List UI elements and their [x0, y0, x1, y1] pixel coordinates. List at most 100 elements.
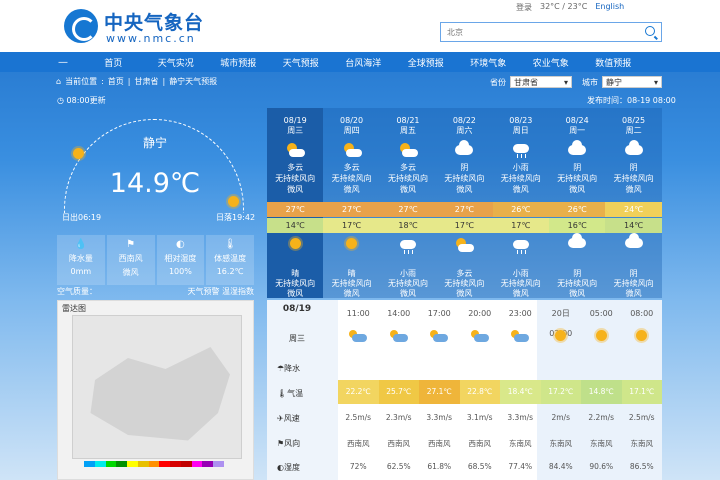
nav-item-agriculture[interactable]: 农业气象 — [520, 56, 583, 69]
high-temp: 27℃ — [323, 202, 380, 217]
day-wind: 无持续风向 — [613, 174, 654, 183]
feels-like-cell: 🌡 体感温度 16.2℃ — [206, 235, 254, 285]
forecast-day[interactable]: 08/20 周四 多云 无持续风向 微风 27℃ 17℃ 晴无持续风向 微风 — [323, 108, 380, 298]
sunset-icon — [228, 196, 239, 210]
day-weather: 多云 — [287, 163, 304, 172]
breadcrumb-province[interactable]: 甘肃省 — [134, 76, 158, 87]
forecast-date: 08/23 — [509, 116, 533, 125]
update-time: ◷ 08:00更新 — [57, 96, 106, 105]
air-quality-bar: 空气质量： 天气预警 温湿指数 — [57, 286, 254, 297]
forecast-day[interactable]: 08/21 周五 多云 无持续风向 微风 27℃ 18℃ 小雨 无持续风向 微风 — [379, 108, 437, 298]
hourly-humidity: 61.8% — [427, 462, 452, 471]
forecast-day[interactable]: 08/25 周二阴无持续风向 微风 24℃ 14℃ 阴无持续风向 微风 — [605, 108, 662, 298]
search-box — [440, 22, 662, 42]
partly-cloudy-icon — [342, 143, 362, 159]
nav-item-typhoon[interactable]: 台风海洋 — [332, 56, 395, 69]
hourly-temp: 22.8℃ — [459, 380, 500, 404]
nav-item-city[interactable]: 城市预报 — [207, 56, 270, 69]
legend-swatch — [180, 461, 192, 467]
low-temp: 17℃ — [492, 218, 549, 233]
nav-item-environment[interactable]: 环境气象 — [457, 56, 520, 69]
home-icon: ⌂ — [56, 77, 62, 86]
hourly-wind-direction: 西南风 — [347, 439, 370, 448]
radar-map[interactable] — [72, 315, 242, 459]
publish-time: 发布时间：08-19 08:00 — [587, 96, 676, 105]
hourly-temp: 17.2℃ — [540, 380, 581, 404]
current-details: 💧 降水量 0mm ⚑ 西南风 微风 ◐ 相对湿度 100% 🌡 体感温度 16… — [57, 235, 254, 285]
forecast-date: 08/22 — [452, 116, 476, 125]
province-label: 省份 — [490, 77, 506, 87]
legend-swatch — [105, 461, 117, 467]
login-link[interactable]: 登录 — [516, 2, 532, 13]
rain-icon — [511, 142, 531, 160]
hourly-wind-direction: 西南风 — [428, 439, 451, 448]
chevron-down-icon: ▾ — [653, 77, 658, 87]
city-select[interactable]: 静宁 ▾ — [602, 76, 662, 88]
partly-cloudy-icon — [285, 143, 306, 159]
night-wind-level: 微风 — [343, 289, 360, 298]
hourly-temp: 22.2℃ — [338, 380, 379, 404]
forecast-day[interactable]: 08/19 周三 多云 无持续风向 微风 27℃ 14℃ 晴无持续风向 微风 — [267, 108, 324, 298]
day-wind: 无持续风向 — [500, 174, 541, 183]
hourly-time: 05:00 — [589, 309, 613, 318]
legend-swatch — [94, 461, 106, 467]
hourly-icon-slot — [581, 330, 622, 343]
province-select[interactable]: 甘肃省 ▾ — [510, 76, 572, 88]
forecast-day[interactable]: 08/22 周六阴无持续风向 微风 27℃ 17℃ 多云 无持续风向 微风 — [436, 108, 493, 298]
low-temp: 14℃ — [605, 218, 662, 233]
rain-icon — [398, 238, 418, 256]
logo-title[interactable]: 中央气象台 — [104, 8, 204, 35]
high-temp: 26℃ — [492, 202, 549, 217]
sunny-icon — [289, 238, 301, 252]
hourly-icon-slot — [622, 330, 663, 343]
index-link[interactable]: 温湿指数 — [222, 287, 254, 296]
forecast-day[interactable]: 08/23 周日 小雨 无持续风向 微风 26℃ 17℃ 小雨 无持续风向 微风 — [492, 108, 549, 298]
hourly-humidity: 77.4% — [508, 462, 533, 471]
main-nav: — 首页 天气实况 城市预报 天气预报 台风海洋 全球预报 环境气象 农业气象 … — [0, 52, 720, 72]
hourly-wind-speed: 2.5m/s — [345, 413, 372, 422]
high-temp: 27℃ — [379, 202, 437, 217]
hourly-time: 20:00 — [468, 309, 492, 318]
forecast-date: 08/19 — [283, 116, 307, 125]
sunny-icon — [346, 238, 358, 252]
sunny-icon — [636, 330, 648, 341]
search-icon[interactable] — [645, 26, 655, 36]
low-temp: 17℃ — [323, 218, 380, 233]
legend-swatch — [148, 461, 160, 467]
forecast-day[interactable]: 08/24 周一阴无持续风向 微风 26℃ 16℃ 阴无持续风向 微风 — [549, 108, 606, 298]
site-header: 中央气象台 www.nmc.cn 登录 32°C / 23°C English — [0, 0, 720, 52]
nav-item-forecast[interactable]: 天气预报 — [270, 56, 333, 69]
cloudy-icon — [455, 139, 474, 158]
nav-item-numerical[interactable]: 数值预报 — [582, 56, 645, 69]
low-temp: 14℃ — [267, 218, 324, 233]
nav-item-live[interactable]: 天气实况 — [145, 56, 208, 69]
precipitation-cell: 💧 降水量 0mm — [57, 235, 105, 285]
cloudy-icon — [568, 139, 587, 158]
nav-item-home[interactable]: 首页 — [82, 56, 145, 69]
night-icon-slot — [549, 233, 605, 251]
humidity-cell: ◐ 相对湿度 100% — [156, 235, 205, 285]
high-temp: 24℃ — [605, 202, 662, 217]
city-select-row: 城市 静宁 ▾ — [582, 76, 662, 88]
breadcrumb-home[interactable]: 首页 — [108, 76, 124, 87]
warning-link[interactable]: 天气预警 — [187, 287, 219, 296]
row-label-winddir: ⚑风向 — [277, 439, 301, 448]
hourly-wind-speed: 2.3m/s — [385, 413, 412, 422]
forecast-weekday: 周一 — [569, 126, 586, 135]
night-icon-slot — [493, 238, 549, 256]
air-quality-label: 空气质量： — [57, 287, 97, 296]
day-icon-slot — [267, 140, 323, 162]
partly-cloudy-icon — [454, 238, 475, 254]
city-label: 城市 — [582, 77, 598, 87]
hourly-humidity: 84.4% — [548, 462, 573, 471]
night-wind-level: 微风 — [512, 289, 529, 298]
search-input[interactable] — [441, 23, 631, 41]
forecast-date: 08/20 — [340, 116, 364, 125]
low-temp: 18℃ — [379, 218, 437, 233]
nmc-logo-icon[interactable] — [64, 9, 98, 43]
night-wind-level: 微风 — [625, 289, 642, 298]
nav-item-global[interactable]: 全球预报 — [395, 56, 458, 69]
current-city: 静宁 — [142, 136, 167, 150]
menu-icon[interactable]: — — [58, 57, 82, 68]
english-link[interactable]: English — [595, 2, 624, 13]
